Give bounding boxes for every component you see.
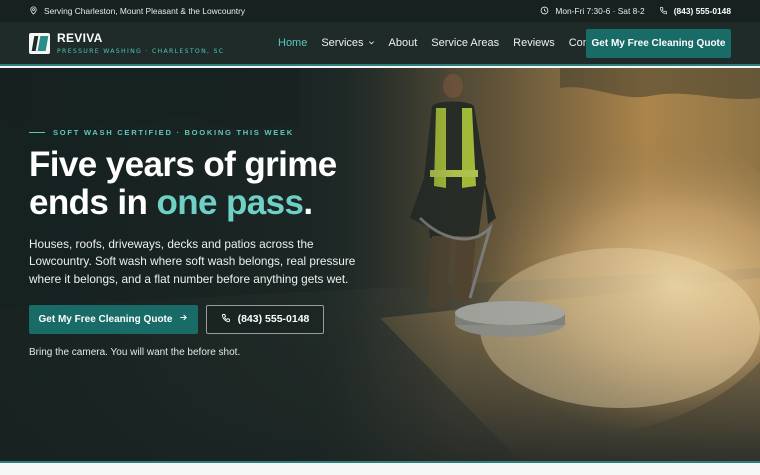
location-pin-icon: [29, 5, 38, 17]
nav-service-areas[interactable]: Service Areas: [431, 37, 499, 49]
hero-phone-button[interactable]: (843) 555-0148: [206, 304, 324, 334]
top-info-bar: Serving Charleston, Mount Pleasant & the…: [0, 0, 760, 22]
phone-icon: [221, 313, 231, 326]
chevron-down-icon: [368, 37, 375, 49]
service-area-text: Serving Charleston, Mount Pleasant & the…: [44, 6, 246, 16]
topbar-phone-number: (843) 555-0148: [673, 6, 731, 16]
nav-services-label: Services: [321, 37, 364, 49]
hero-headline: Five years of grime ends in one pass.: [29, 146, 389, 222]
hero-quote-button[interactable]: Get My Free Cleaning Quote: [29, 304, 198, 334]
nav-reviews[interactable]: Reviews: [513, 37, 555, 49]
hero-content: SOFT WASH CERTIFIED · BOOKING THIS WEEK …: [29, 128, 389, 358]
hero-note: Bring the camera. You will want the befo…: [29, 346, 241, 358]
business-hours: Mon-Fri 7:30-6 · Sat 8-2: [555, 6, 645, 16]
hero-buttons: Get My Free Cleaning Quote (843) 555-014…: [29, 304, 389, 334]
eyebrow-text: SOFT WASH CERTIFIED · BOOKING THIS WEEK: [53, 128, 294, 137]
main-nav: Home Services About Service Areas Review…: [278, 37, 607, 49]
header-quote-button[interactable]: Get My Free Cleaning Quote: [586, 29, 731, 58]
site-header: REVIVA PRESSURE WASHING · CHARLESTON, SC…: [0, 22, 760, 66]
headline-line-2-end: .: [303, 183, 313, 222]
hero-quote-label: Get My Free Cleaning Quote: [38, 313, 173, 325]
phone-icon: [659, 6, 668, 17]
brand-tagline: PRESSURE WASHING · CHARLESTON, SC: [57, 47, 225, 55]
headline-line-1: Five years of grime: [29, 145, 337, 184]
hero-subtext: Houses, roofs, driveways, decks and pati…: [29, 237, 356, 286]
headline-accent: one pass: [156, 183, 304, 222]
eyebrow-line: [29, 132, 45, 133]
hero-eyebrow: SOFT WASH CERTIFIED · BOOKING THIS WEEK: [29, 128, 389, 137]
nav-home[interactable]: Home: [278, 37, 307, 49]
brand-name: REVIVA: [57, 30, 103, 45]
next-section-edge: [0, 463, 760, 475]
logo-mark-icon: [29, 32, 50, 54]
arrow-right-icon: [179, 313, 188, 325]
hero-section: SOFT WASH CERTIFIED · BOOKING THIS WEEK …: [0, 68, 760, 461]
brand-logo[interactable]: REVIVA PRESSURE WASHING · CHARLESTON, SC: [29, 30, 249, 55]
nav-about[interactable]: About: [389, 37, 418, 49]
hero-phone-label: (843) 555-0148: [237, 313, 310, 326]
topbar-phone-link[interactable]: (843) 555-0148: [659, 6, 731, 17]
clock-icon: [540, 6, 549, 17]
headline-line-2-start: ends in: [29, 183, 157, 222]
nav-services[interactable]: Services: [321, 37, 374, 49]
